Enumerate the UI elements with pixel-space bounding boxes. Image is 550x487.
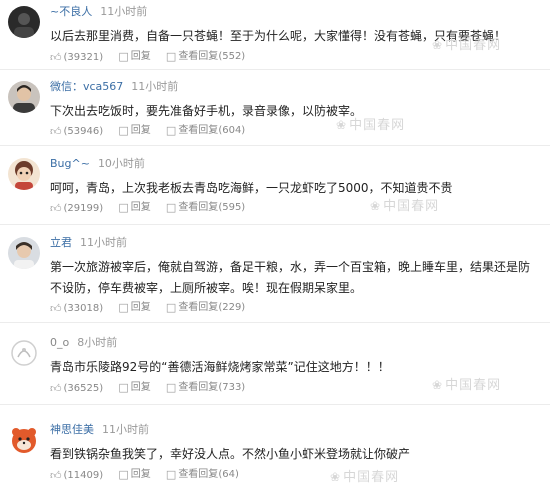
like-count: (39321) bbox=[63, 51, 104, 63]
view-replies-label: 查看回复 bbox=[178, 51, 219, 62]
comment-text: 呵呵，青岛，上次我老板去青岛吃海鲜，一只龙虾吃了5000，不知道贵不贵 bbox=[50, 181, 453, 195]
comment-time: 10小时前 bbox=[97, 157, 145, 170]
avatar[interactable] bbox=[8, 424, 40, 456]
reply-label: 回复 bbox=[130, 302, 151, 313]
comment-time: 11小时前 bbox=[100, 5, 148, 18]
comment-time: 11小时前 bbox=[80, 236, 127, 249]
view-replies-button[interactable]: □ 查看回复(229) bbox=[166, 300, 245, 317]
like-count: (53946) bbox=[63, 125, 104, 137]
view-replies-label: 查看回复 bbox=[178, 302, 219, 313]
reply-button[interactable]: □ 回复 bbox=[118, 300, 150, 317]
chat-bubble-icon: □ bbox=[118, 124, 129, 137]
comment-time: 11小时前 bbox=[131, 80, 179, 93]
comment-time: 11小时前 bbox=[102, 423, 149, 436]
comment-text: 下次出去吃饭时，要先准备好手机，录音录像，以防被宰。 bbox=[50, 104, 363, 118]
thumbs-up-icon[interactable]: 👍︎ bbox=[50, 124, 62, 140]
reply-label: 回复 bbox=[130, 469, 151, 480]
comment-item: 微信：vca567 11小时前 下次出去吃饭时，要先准备好手机，录音录像，以防被宰… bbox=[0, 69, 550, 146]
view-replies-label: 查看回复 bbox=[178, 125, 219, 136]
reply-button[interactable]: □ 回复 bbox=[118, 49, 150, 66]
comment-item: Bug^~ 10小时前 呵呵，青岛，上次我老板去青岛吃海鲜，一只龙虾吃了5000，… bbox=[0, 145, 550, 225]
comment-list-icon: □ bbox=[165, 50, 177, 63]
reply-count: (552) bbox=[218, 51, 246, 62]
like-count: (11409) bbox=[63, 469, 104, 481]
watermark: ❀ 中国春网 bbox=[432, 38, 502, 53]
comment-list-icon: □ bbox=[165, 301, 177, 314]
username-link[interactable]: Bug^~ bbox=[50, 157, 90, 170]
reply-label: 回复 bbox=[130, 125, 151, 136]
username-link[interactable]: 微信：vca567 bbox=[50, 80, 123, 93]
view-replies-label: 查看回复 bbox=[178, 202, 219, 213]
comment-list-icon: □ bbox=[165, 468, 177, 481]
thumbs-up-icon[interactable]: 👍︎ bbox=[50, 381, 62, 397]
watermark: ❀ 中国春网 bbox=[432, 378, 502, 393]
paw-icon: ❀ bbox=[330, 470, 342, 484]
chat-bubble-icon: □ bbox=[118, 468, 129, 481]
avatar[interactable] bbox=[8, 6, 40, 38]
comment-list-icon: □ bbox=[165, 124, 177, 137]
reply-label: 回复 bbox=[130, 202, 151, 213]
chat-bubble-icon: □ bbox=[118, 50, 129, 63]
reply-count: (604) bbox=[218, 125, 246, 136]
comment-text: 看到铁锅杂鱼我笑了，幸好没人点。不然小鱼小虾米登场就让你破产 bbox=[50, 447, 411, 461]
avatar[interactable] bbox=[8, 237, 40, 269]
watermark: ❀ 中国春网 bbox=[336, 118, 406, 133]
view-replies-button[interactable]: □ 查看回复(604) bbox=[166, 123, 245, 140]
paw-icon: ❀ bbox=[432, 378, 444, 392]
reply-count: (733) bbox=[218, 382, 246, 393]
reply-button[interactable]: □ 回复 bbox=[118, 123, 150, 140]
thumbs-up-icon[interactable]: 👍︎ bbox=[50, 50, 62, 66]
reply-button[interactable]: □ 回复 bbox=[118, 200, 150, 217]
comment-item: 0_o 8小时前 青岛市乐陵路92号的“善德活海鲜烧烤家常菜”记住这地方！！！ 👍… bbox=[0, 322, 550, 405]
comment-time: 8小时前 bbox=[77, 336, 118, 349]
reply-count: (595) bbox=[218, 202, 246, 213]
like-count: (33018) bbox=[63, 302, 104, 314]
username-link[interactable]: 立君 bbox=[50, 236, 72, 249]
like-count: (29199) bbox=[63, 202, 104, 214]
paw-icon: ❀ bbox=[432, 38, 444, 52]
reply-button[interactable]: □ 回复 bbox=[118, 380, 150, 397]
chat-bubble-icon: □ bbox=[118, 381, 129, 394]
username-link[interactable]: ~不良人 bbox=[50, 5, 92, 18]
reply-label: 回复 bbox=[130, 382, 151, 393]
view-replies-button[interactable]: □ 查看回复(595) bbox=[166, 200, 245, 217]
avatar[interactable] bbox=[8, 81, 40, 113]
avatar[interactable] bbox=[8, 158, 40, 190]
reply-button[interactable]: □ 回复 bbox=[118, 467, 150, 484]
view-replies-button[interactable]: □ 查看回复(64) bbox=[166, 467, 239, 484]
paw-icon: ❀ bbox=[336, 118, 348, 132]
comment-text: 第一次旅游被宰后，俺就自驾游，备足干粮，水，弄一个百宝箱，晚上睡车里，结果还是防… bbox=[50, 260, 531, 295]
reply-label: 回复 bbox=[130, 51, 151, 62]
view-replies-label: 查看回复 bbox=[178, 469, 219, 480]
thumbs-up-icon[interactable]: 👍︎ bbox=[50, 301, 62, 317]
comment-item: 立君 11小时前 第一次旅游被宰后，俺就自驾游，备足干粮，水，弄一个百宝箱，晚上睡… bbox=[0, 224, 550, 323]
comment-item: ~不良人 11小时前 以后去那里消费，自备一只苍蝇！至于为什么呢，大家懂得！没有苍… bbox=[0, 0, 550, 70]
chat-bubble-icon: □ bbox=[118, 201, 129, 214]
comment-list-icon: □ bbox=[165, 201, 177, 214]
comment-list-icon: □ bbox=[165, 381, 177, 394]
view-replies-button[interactable]: □ 查看回复(733) bbox=[166, 380, 245, 397]
thumbs-up-icon[interactable]: 👍︎ bbox=[50, 201, 62, 217]
reply-count: (64) bbox=[218, 469, 239, 480]
view-replies-label: 查看回复 bbox=[178, 382, 219, 393]
avatar[interactable] bbox=[8, 337, 40, 369]
watermark: ❀ 中国春网 bbox=[330, 470, 400, 485]
thumbs-up-icon[interactable]: 👍︎ bbox=[50, 468, 62, 484]
username-link[interactable]: 0_o bbox=[50, 336, 69, 349]
comment-item: 神思佳美 11小时前 看到铁锅杂鱼我笑了，幸好没人点。不然小鱼小虾米登场就让你破产… bbox=[0, 404, 550, 487]
chat-bubble-icon: □ bbox=[118, 301, 129, 314]
paw-icon: ❀ bbox=[370, 199, 382, 213]
watermark: ❀ 中国春网 bbox=[370, 199, 440, 214]
username-link[interactable]: 神思佳美 bbox=[50, 423, 94, 436]
view-replies-button[interactable]: □ 查看回复(552) bbox=[166, 49, 245, 66]
reply-count: (229) bbox=[218, 302, 246, 313]
like-count: (36525) bbox=[63, 382, 104, 394]
